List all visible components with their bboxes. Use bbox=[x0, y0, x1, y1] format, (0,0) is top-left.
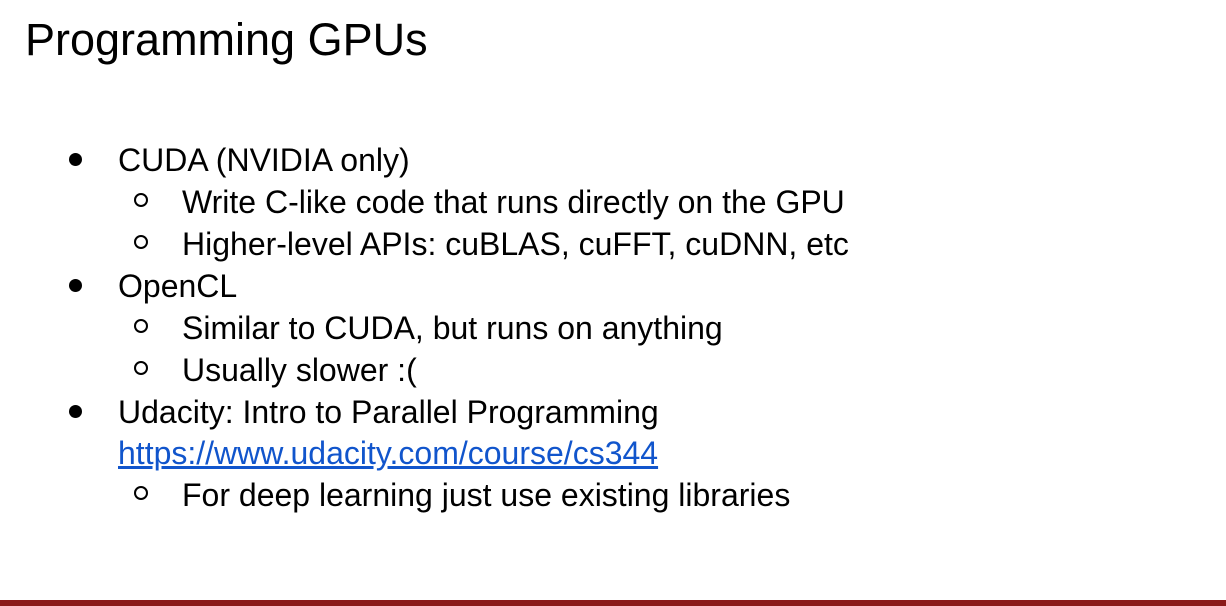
bullet-text: CUDA (NVIDIA only) bbox=[118, 142, 410, 178]
sub-bullet-cuda-write-code: Write C-like code that runs directly on … bbox=[130, 181, 845, 223]
filled-circle-bullet-icon bbox=[69, 279, 82, 292]
bullet-marker bbox=[65, 391, 118, 433]
hollow-circle-bullet-icon bbox=[134, 486, 148, 500]
hollow-circle-bullet-icon bbox=[134, 361, 148, 375]
sub-bullet-opencl-similar: Similar to CUDA, but runs on anything bbox=[130, 307, 723, 349]
filled-circle-bullet-icon bbox=[69, 405, 82, 418]
bullet-text: OpenCL bbox=[118, 268, 238, 304]
bullet-udacity: Udacity: Intro to Parallel Programming bbox=[65, 391, 659, 433]
sub-bullet-text: Write C-like code that runs directly on … bbox=[182, 184, 845, 220]
bullet-marker bbox=[65, 139, 118, 181]
sub-bullet-text: Usually slower :( bbox=[182, 352, 417, 388]
bullet-cuda: CUDA (NVIDIA only) bbox=[65, 139, 410, 181]
sub-bullet-marker bbox=[130, 181, 182, 223]
sub-bullet-text: Similar to CUDA, but runs on anything bbox=[182, 310, 723, 346]
bullet-text: Udacity: Intro to Parallel Programming bbox=[118, 394, 659, 430]
sub-bullet-marker bbox=[130, 474, 182, 516]
sub-bullet-marker bbox=[130, 349, 182, 391]
sub-bullet-udacity-libraries: For deep learning just use existing libr… bbox=[130, 474, 790, 516]
sub-bullet-marker bbox=[130, 223, 182, 265]
sub-bullet-marker bbox=[130, 307, 182, 349]
sub-bullet-text: For deep learning just use existing libr… bbox=[182, 477, 791, 513]
sub-bullet-opencl-slower: Usually slower :( bbox=[130, 349, 417, 391]
slide-title: Programming GPUs bbox=[25, 14, 428, 65]
udacity-course-link[interactable]: https://www.udacity.com/course/cs344 bbox=[118, 432, 658, 474]
hollow-circle-bullet-icon bbox=[134, 319, 148, 333]
sub-bullet-cuda-apis: Higher-level APIs: cuBLAS, cuFFT, cuDNN,… bbox=[130, 223, 849, 265]
hollow-circle-bullet-icon bbox=[134, 193, 148, 207]
footer-bar bbox=[0, 600, 1226, 606]
bullet-marker bbox=[65, 265, 118, 307]
sub-bullet-text: Higher-level APIs: cuBLAS, cuFFT, cuDNN,… bbox=[182, 226, 849, 262]
filled-circle-bullet-icon bbox=[69, 153, 82, 166]
hollow-circle-bullet-icon bbox=[134, 235, 148, 249]
bullet-opencl: OpenCL bbox=[65, 265, 237, 307]
